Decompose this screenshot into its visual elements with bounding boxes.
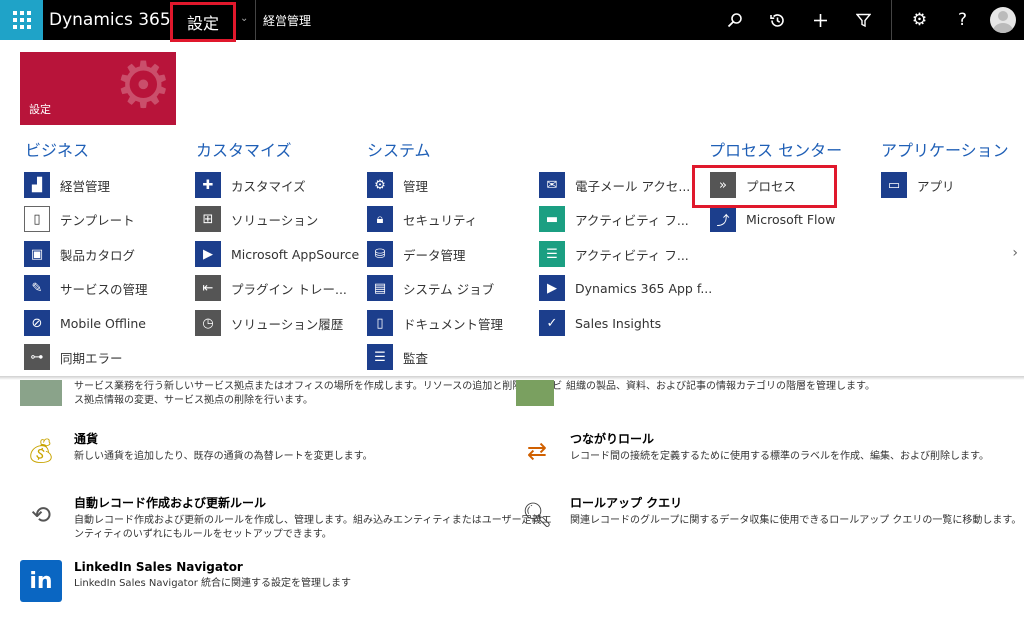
plugin-icon: ⇤ [195, 275, 221, 301]
heading-customize: カスタマイズ [196, 141, 292, 160]
entry-linkedin-sales-navigator[interactable]: in LinkedIn Sales Navigator LinkedIn Sal… [20, 560, 351, 602]
entry-currency[interactable]: 💰︎ 通貨 新しい通貨を追加したり、既存の通貨の為替レートを変更します。 [20, 430, 373, 472]
heading-process-center: プロセス センター [709, 141, 843, 160]
catalog-icon: ▣ [24, 241, 50, 267]
divider [255, 0, 256, 40]
entry-auto-record-creation[interactable]: ⟲ 自動レコード作成および更新ルール 自動レコード作成および更新のルールを作成し… [20, 494, 552, 542]
menu-item-product-catalog[interactable]: ▣ 製品カタログ [24, 240, 135, 268]
menu-item-activity-feeds-rules[interactable]: ☰ アクティビティ フ... [539, 240, 689, 268]
menu-item-customizations[interactable]: ✚ カスタマイズ [195, 171, 306, 199]
menu-item-business-management[interactable]: ▟ 経営管理 [24, 171, 110, 199]
history-icon[interactable] [756, 0, 799, 40]
menu-item-plugin-trace[interactable]: ⇤ プラグイン トレー... [195, 274, 347, 302]
gear-icon: ⚙ [114, 52, 172, 123]
gear-icon[interactable]: ⚙ [898, 0, 941, 40]
service-icon: ✎ [24, 275, 50, 301]
menu-item-sync-error[interactable]: ⊶ 同期エラー [24, 343, 123, 371]
settings-menu-panel: ビジネス カスタマイズ システム プロセス センター アプリケーション ▟ 経営管… [0, 125, 1024, 377]
settings-tile[interactable]: ⚙ 設定 [20, 52, 176, 125]
menu-item-security[interactable]: 🔒︎ セキュリティ [367, 205, 477, 233]
menu-item-sales-insights[interactable]: ✓ Sales Insights [539, 309, 661, 337]
heading-applications: アプリケーション [881, 141, 1009, 160]
flow-icon: ⤴ [710, 206, 736, 232]
admin-icon: ⚙ [367, 172, 393, 198]
sync-error-icon: ⊶ [24, 344, 50, 370]
auto-record-icon: ⟲ [30, 501, 52, 529]
chevron-down-icon[interactable]: ⌄ [240, 13, 248, 24]
appsource-icon: ▶ [195, 241, 221, 267]
catalog-hierarchy-icon [516, 380, 554, 406]
document-icon: ▯ [24, 206, 50, 232]
menu-item-service-management[interactable]: ✎ サービスの管理 [24, 274, 148, 302]
area-settings-button[interactable]: 設定 [170, 2, 236, 42]
sub-area-breadcrumb[interactable]: 経営管理 [263, 12, 311, 29]
top-icons: ⚙ ? [713, 0, 1024, 40]
audit-icon: ☰ [367, 344, 393, 370]
menu-item-dynamics-app-for-outlook[interactable]: ▶ Dynamics 365 App f... [539, 274, 712, 302]
linkedin-icon: in [20, 560, 62, 602]
menu-item-data-management[interactable]: ⛁ データ管理 [367, 240, 466, 268]
connection-role-icon: ⇄ [526, 437, 548, 465]
activity-rules-icon: ☰ [539, 241, 565, 267]
email-icon: ✉ [539, 172, 565, 198]
filter-icon[interactable] [842, 0, 885, 40]
search-icon[interactable] [713, 0, 756, 40]
heading-system: システム [367, 141, 431, 160]
puzzle-icon: ✚ [195, 172, 221, 198]
menu-item-administration[interactable]: ⚙ 管理 [367, 171, 428, 199]
service-location-icon [20, 380, 62, 406]
menu-item-activity-feeds-config[interactable]: ▬ アクティビティ フ... [539, 205, 689, 233]
database-icon: ⛁ [367, 241, 393, 267]
menu-item-solution-history[interactable]: ◷ ソリューション履歴 [195, 309, 343, 337]
entry-rollup-queries[interactable]: 🔍︎ ロールアップ クエリ 関連レコードのグループに関するデータ収集に使用できる… [516, 494, 1022, 536]
highlight-box [692, 165, 837, 208]
menu-item-system-jobs[interactable]: ▤ システム ジョブ [367, 274, 494, 302]
jobs-icon: ▤ [367, 275, 393, 301]
brand-title[interactable]: Dynamics 365 [43, 10, 183, 30]
document-settings-icon: ▯ [367, 310, 393, 336]
menu-item-solutions[interactable]: ⊞ ソリューション [195, 205, 318, 233]
lock-icon: 🔒︎ [367, 206, 393, 232]
waffle-icon [12, 11, 31, 29]
app-icon: ▭ [881, 172, 907, 198]
menu-item-email-configuration[interactable]: ✉ 電子メール アクセ... [539, 171, 690, 199]
menu-item-mobile-offline[interactable]: ⊘ Mobile Offline [24, 309, 146, 337]
menu-item-apps[interactable]: ▭ アプリ [881, 171, 955, 199]
divider [891, 0, 892, 40]
dynamics-icon: ▶ [539, 275, 565, 301]
history-icon: ◷ [195, 310, 221, 336]
menu-item-templates[interactable]: ▯ テンプレート [24, 205, 135, 233]
heading-business: ビジネス [25, 141, 90, 160]
mobile-offline-icon: ⊘ [24, 310, 50, 336]
currency-icon: 💰︎ [25, 437, 57, 465]
menu-item-appsource[interactable]: ▶ Microsoft AppSource [195, 240, 359, 268]
rollup-query-icon: 🔍︎ [521, 501, 553, 529]
entry-catalog[interactable]: 組織の製品、資料、および記事の情報カテゴリの階層を管理します。 [516, 380, 875, 406]
plus-icon[interactable] [799, 0, 842, 40]
menu-item-document-management[interactable]: ▯ ドキュメント管理 [367, 309, 503, 337]
app-launcher-button[interactable] [0, 0, 43, 40]
chevron-right-icon[interactable]: › [1012, 245, 1018, 261]
chart-icon: ▟ [24, 172, 50, 198]
entry-connection-roles[interactable]: ⇄ つながりロール レコード間の接続を定義するために使用する標準のラベルを作成、… [516, 430, 989, 472]
avatar[interactable] [990, 7, 1016, 33]
menu-item-auditing[interactable]: ☰ 監査 [367, 343, 428, 371]
entry-service[interactable]: サービス業務を行う新しいサービス拠点またはオフィスの場所を作成します。リソースの… [20, 380, 562, 408]
activity-feed-icon: ▬ [539, 206, 565, 232]
menu-item-microsoft-flow[interactable]: ⤴ Microsoft Flow [710, 205, 835, 233]
tile-label: 設定 [29, 103, 51, 116]
insights-icon: ✓ [539, 310, 565, 336]
solutions-icon: ⊞ [195, 206, 221, 232]
help-icon[interactable]: ? [941, 0, 984, 40]
